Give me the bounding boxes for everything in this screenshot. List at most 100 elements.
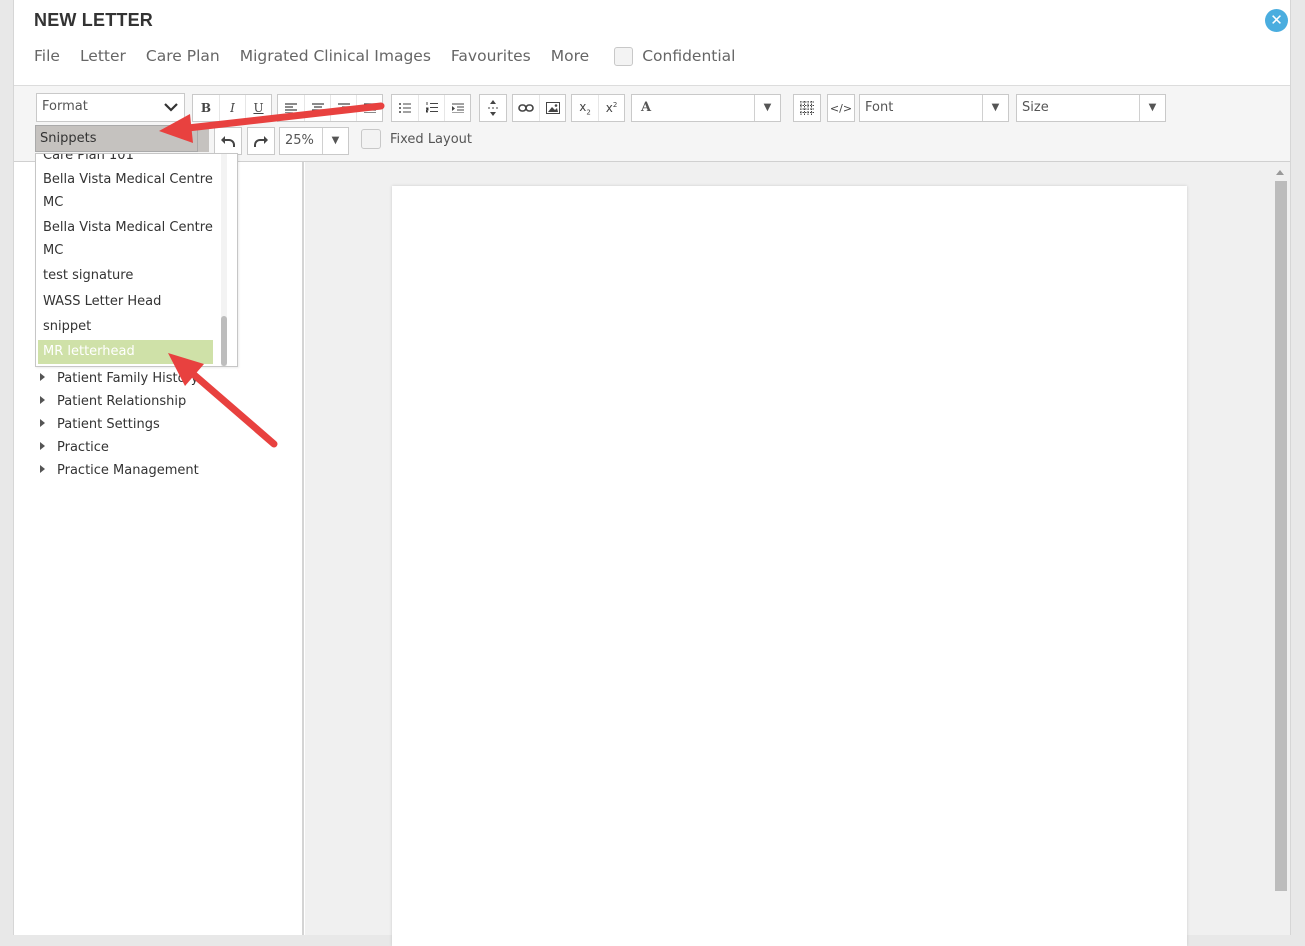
subscript-button[interactable]: x2: [572, 95, 598, 121]
align-center-icon: [311, 103, 324, 113]
font-select[interactable]: Font ▼: [859, 94, 1009, 122]
undo-icon: [221, 136, 235, 147]
editor-scrollbar-thumb[interactable]: [1275, 181, 1287, 891]
menu-more[interactable]: More: [551, 47, 589, 65]
format-select-label: Format: [42, 99, 88, 114]
italic-button[interactable]: I: [219, 95, 245, 121]
caret-right-icon: [40, 465, 45, 473]
numbered-list-button[interactable]: [418, 95, 444, 121]
bullet-list-button[interactable]: [392, 95, 418, 121]
insert-table-button[interactable]: [794, 95, 820, 121]
tree-item-patient-relationship[interactable]: Patient Relationship: [40, 394, 186, 409]
list-group: [391, 94, 471, 122]
snippet-item[interactable]: MC: [36, 239, 216, 263]
history-group: [214, 127, 242, 155]
zoom-value: 25%: [285, 133, 314, 148]
snippet-item[interactable]: MC: [36, 191, 216, 215]
insert-image-button[interactable]: [539, 95, 565, 121]
confidential-label: Confidential: [642, 47, 736, 65]
caret-right-icon: [40, 419, 45, 427]
document-page[interactable]: [392, 186, 1187, 946]
font-color-icon: A: [641, 100, 652, 115]
menu-letter[interactable]: Letter: [80, 47, 126, 65]
tree-item-practice[interactable]: Practice: [40, 440, 109, 455]
line-height-icon: [488, 100, 498, 116]
snippets-select-tail: [197, 125, 209, 152]
menu-care-plan[interactable]: Care Plan: [146, 47, 220, 65]
dropdown-arrow-icon: ▼: [1139, 95, 1165, 121]
indent-icon: [451, 103, 464, 113]
insert-group: [512, 94, 566, 122]
table-group: [793, 94, 821, 122]
fixed-layout-label: Fixed Layout: [390, 131, 473, 147]
menu-bar: File Letter Care Plan Migrated Clinical …: [34, 44, 735, 68]
align-left-icon: [285, 103, 297, 113]
snippet-item[interactable]: Bella Vista Medical Centre: [36, 216, 216, 240]
tree-item-patient-family-history[interactable]: Patient Family History: [40, 371, 199, 386]
close-button[interactable]: ✕: [1265, 9, 1288, 32]
chevron-down-icon: [164, 95, 178, 129]
align-justify-icon: [363, 103, 376, 113]
dropdown-scrollbar-thumb[interactable]: [221, 316, 227, 366]
underline-button[interactable]: U: [245, 95, 271, 121]
insert-link-button[interactable]: [513, 95, 539, 121]
alignment-group: [277, 94, 383, 122]
editor-scrollbar[interactable]: [1273, 165, 1288, 935]
caret-right-icon: [40, 373, 45, 381]
dropdown-arrow-icon: ▼: [322, 128, 348, 154]
confidential-checkbox[interactable]: [614, 46, 634, 66]
font-color-select[interactable]: A ▼: [631, 94, 781, 122]
image-icon: [545, 102, 560, 114]
snippet-item[interactable]: Bella Vista Medical Centre: [36, 168, 216, 192]
menu-favourites[interactable]: Favourites: [451, 47, 531, 65]
menu-migrated-clinical-images[interactable]: Migrated Clinical Images: [240, 47, 431, 65]
caret-right-icon: [40, 442, 45, 450]
line-height-button[interactable]: [480, 95, 506, 121]
source-group: </>: [827, 94, 855, 122]
tree-item-practice-management[interactable]: Practice Management: [40, 463, 199, 478]
align-justify-button[interactable]: [356, 95, 382, 121]
text-style-group: B I U: [192, 94, 272, 122]
font-select-label: Font: [865, 100, 894, 115]
snippet-item[interactable]: Care Plan 101: [36, 154, 216, 168]
new-letter-window: NEW LETTER ✕ File Letter Care Plan Migra…: [13, 0, 1291, 946]
format-select[interactable]: Format: [36, 93, 185, 122]
align-center-button[interactable]: [304, 95, 330, 121]
script-group: x2 x2: [571, 94, 625, 122]
numbered-list-icon: [425, 102, 438, 113]
zoom-select[interactable]: 25% ▼: [279, 127, 349, 155]
subscript-icon: x2: [579, 99, 591, 117]
size-select[interactable]: Size ▼: [1016, 94, 1166, 122]
source-code-button[interactable]: </>: [828, 95, 854, 121]
snippet-item[interactable]: snippet: [36, 315, 216, 339]
undo-button[interactable]: [215, 128, 241, 154]
bold-button[interactable]: B: [193, 95, 219, 121]
snippet-item[interactable]: test signature: [36, 264, 216, 288]
tree-item-patient-settings[interactable]: Patient Settings: [40, 417, 160, 432]
superscript-button[interactable]: x2: [598, 95, 624, 121]
snippet-item-selected[interactable]: MR letterhead: [38, 340, 213, 364]
dropdown-scrollbar[interactable]: [221, 154, 227, 366]
close-icon: ✕: [1270, 11, 1283, 29]
fixed-layout-toggle: Fixed Layout: [361, 129, 472, 149]
superscript-icon: x2: [605, 101, 618, 115]
link-icon: [518, 104, 534, 112]
caret-right-icon: [40, 396, 45, 404]
redo-button[interactable]: [248, 128, 274, 154]
menu-file[interactable]: File: [34, 47, 60, 65]
redo-group: [247, 127, 275, 155]
window-title: NEW LETTER: [34, 10, 153, 30]
align-right-icon: [337, 103, 350, 113]
indent-button[interactable]: [444, 95, 470, 121]
table-icon: [800, 101, 814, 115]
snippet-item[interactable]: WASS Letter Head: [36, 290, 216, 314]
dropdown-arrow-icon: ▼: [982, 95, 1008, 121]
bullet-list-icon: [399, 103, 411, 113]
align-left-button[interactable]: [278, 95, 304, 121]
block-group: [479, 94, 507, 122]
fixed-layout-checkbox[interactable]: [361, 129, 381, 149]
scroll-up-icon[interactable]: [1276, 170, 1284, 175]
snippets-select[interactable]: Snippets: [35, 125, 198, 152]
align-right-button[interactable]: [330, 95, 356, 121]
editor-canvas: [305, 162, 1290, 946]
